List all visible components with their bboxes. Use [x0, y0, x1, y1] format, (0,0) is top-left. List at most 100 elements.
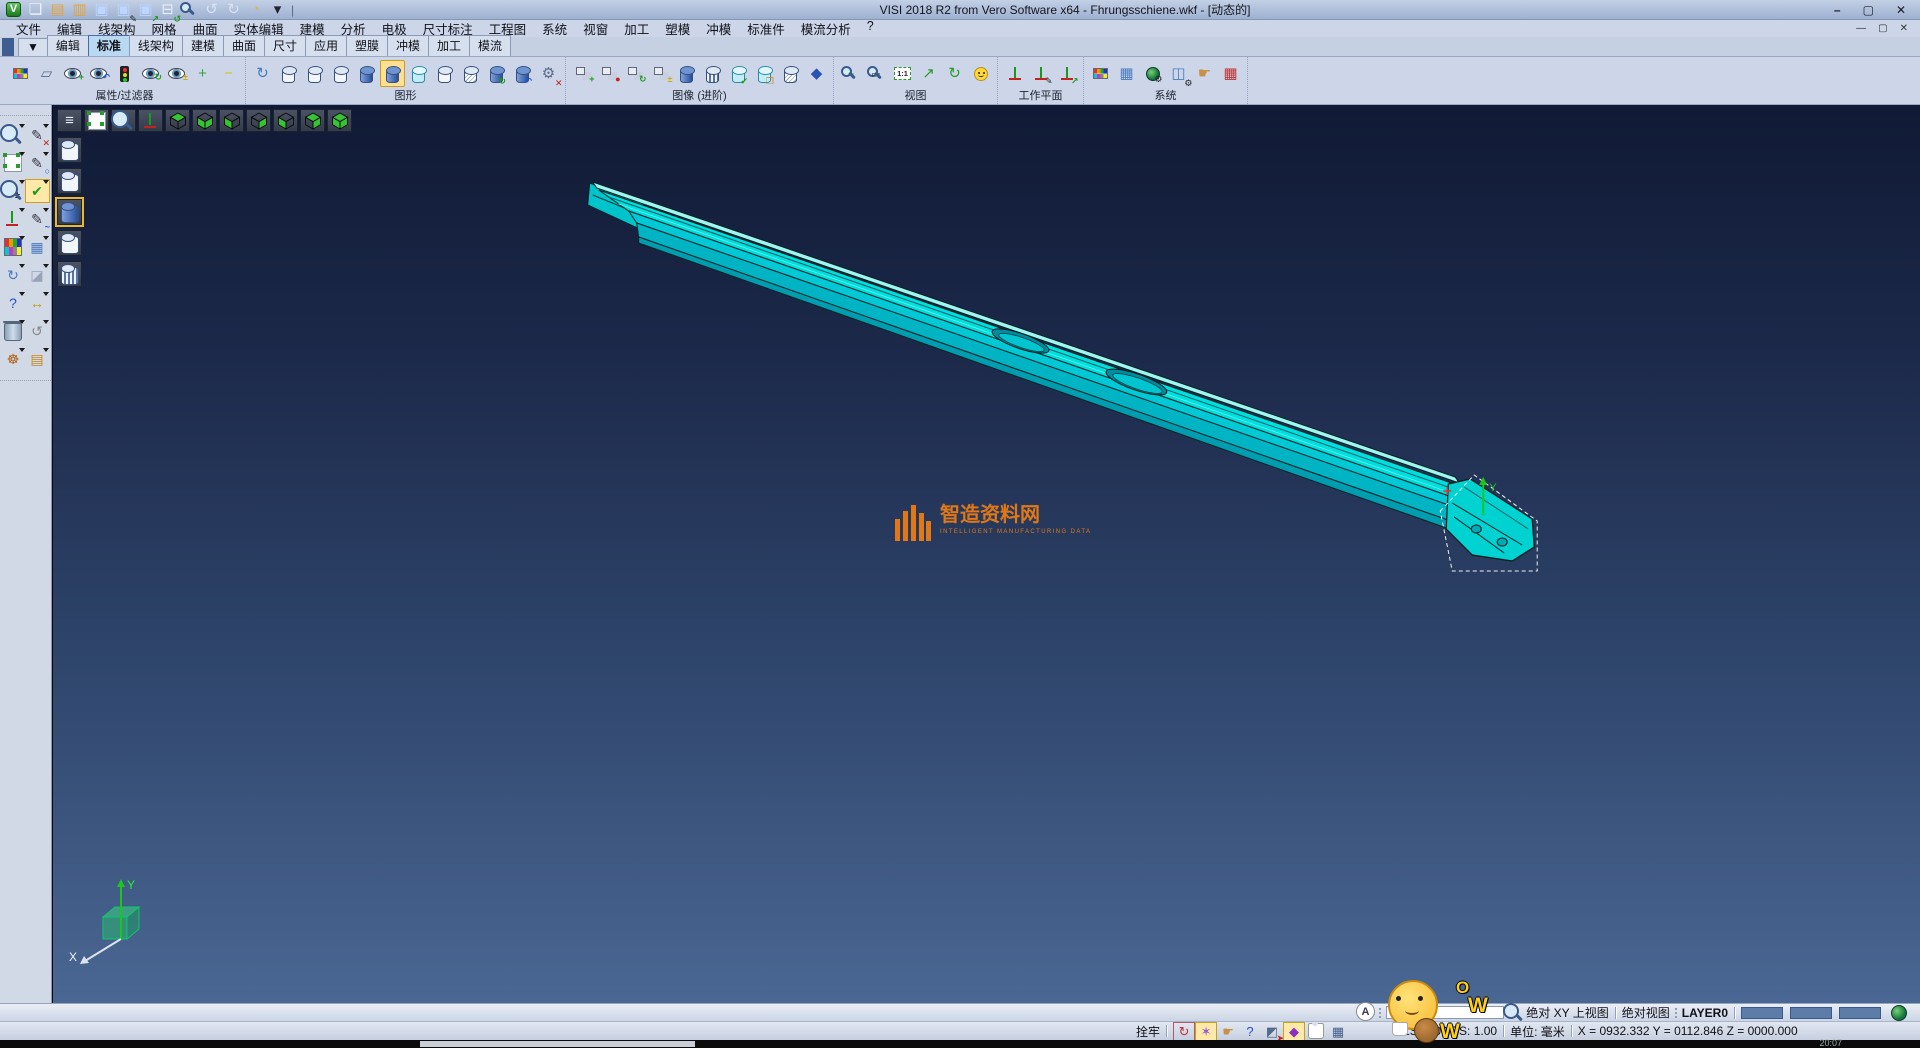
status-refresh-icon[interactable]: ↻ [1174, 1023, 1194, 1040]
add-advanced-view-icon[interactable]: + [570, 60, 595, 87]
save-all-icon[interactable]: ▣↗ [136, 1, 155, 18]
solid-cylinder-icon[interactable] [674, 60, 699, 87]
refresh-shading-icon[interactable]: ↻ [484, 60, 509, 87]
guide-rail-3d-model[interactable]: Y Y X [53, 105, 1920, 1003]
hide-entities-eye-icon[interactable]: ↶ [86, 60, 111, 87]
paint-attributes-icon[interactable] [2, 236, 25, 258]
fit-view-icon[interactable] [2, 152, 25, 174]
active-layer-label[interactable]: LAYER0 [1682, 1006, 1728, 1020]
wcs-axis-icon[interactable] [2, 208, 25, 230]
maximize-button[interactable]: ▢ [1863, 3, 1874, 17]
status-help-icon[interactable]: ? [1240, 1023, 1260, 1040]
workplane-align-icon[interactable]: ✎ [1028, 60, 1053, 87]
menu-item-item[interactable]: 冲模 [698, 19, 739, 38]
vp-shaded-cyl-icon[interactable] [57, 199, 82, 225]
erase-pencil-icon[interactable]: ✎✕ [26, 124, 49, 146]
vp-wireframe-cyl-icon[interactable] [57, 137, 82, 163]
tab-dimension[interactable]: 尺寸 [264, 35, 306, 56]
view-iso-cube-icon[interactable] [327, 109, 352, 132]
menu-item-item[interactable]: ? [859, 19, 882, 38]
tab-application[interactable]: 应用 [305, 35, 347, 56]
open-model-icon[interactable]: ▥ [70, 1, 89, 18]
shaded-edges-view-icon[interactable] [380, 60, 405, 87]
tab-machining[interactable]: 加工 [428, 35, 470, 56]
viewport-menu-icon[interactable]: ≡ [57, 109, 82, 132]
color-swatch-2[interactable] [1790, 1007, 1832, 1019]
view-mode-label[interactable]: 绝对 XY 上视图 [1526, 1004, 1608, 1021]
redraw-icon[interactable]: ↻ [250, 60, 275, 87]
toggle-advanced-icon[interactable]: ± [648, 60, 673, 87]
menu-item-item[interactable]: 加工 [616, 19, 657, 38]
menu-item-item[interactable]: 标准件 [739, 19, 793, 38]
rotate-shading-icon[interactable]: ↶ [510, 60, 535, 87]
redo-icon[interactable]: ↻ [224, 1, 243, 18]
view-back-cube-icon[interactable] [300, 109, 325, 132]
undo-icon[interactable]: ↺ [202, 1, 221, 18]
regen-refresh-icon[interactable]: ↻ [2, 264, 25, 286]
tab-modeling[interactable]: 建模 [182, 35, 224, 56]
status-search-button[interactable] [1505, 1004, 1525, 1021]
tab-mold[interactable]: 塑膜 [346, 35, 388, 56]
vp-flat-cyl-icon[interactable] [57, 230, 82, 256]
system-tools-icon[interactable]: ⚙ [1140, 60, 1165, 87]
zoom-scale-icon[interactable]: ± [2, 180, 25, 202]
vp-hidden-cyl-icon[interactable] [57, 168, 82, 194]
tab-dropdown[interactable]: ▼ [18, 38, 48, 56]
color-swatch-3[interactable] [1839, 1007, 1881, 1019]
attributes-palette-icon[interactable] [8, 60, 33, 87]
shield-icon[interactable]: ◆ [804, 60, 829, 87]
rotate-view-icon[interactable]: ↻ [942, 60, 967, 87]
color-table-icon[interactable] [1088, 60, 1113, 87]
new-file-icon[interactable]: ❏ [26, 1, 45, 18]
close-button[interactable]: ✕ [1896, 3, 1906, 17]
modify-pencil-icon[interactable]: ✎○ [26, 152, 49, 174]
select-points-icon[interactable]: ☛ [1192, 60, 1217, 87]
view-left-cube-icon[interactable] [219, 109, 244, 132]
menu-item-item[interactable]: 系统 [534, 19, 575, 38]
delete-trash-icon[interactable] [2, 320, 25, 342]
child-restore-button[interactable]: ▢ [1878, 23, 1887, 34]
tab-flow[interactable]: 模流 [469, 35, 511, 56]
save-icon[interactable]: ▣ [92, 1, 111, 18]
add-to-view-icon[interactable]: + [190, 60, 215, 87]
absolute-view-label[interactable]: 绝对视图 [1622, 1004, 1670, 1021]
menu-item-item[interactable]: 塑模 [657, 19, 698, 38]
tab-surface[interactable]: 曲面 [223, 35, 265, 56]
viewport-fit-icon[interactable] [84, 109, 109, 132]
workplane-set-icon[interactable] [1002, 60, 1027, 87]
filter-traffic-light-icon[interactable] [112, 60, 137, 87]
workplane-view-icon[interactable]: ↗ [1054, 60, 1079, 87]
viewport-zoom-previous-icon[interactable] [111, 109, 136, 132]
minimize-button[interactable]: – [1834, 3, 1841, 17]
window-settings-icon[interactable]: ◫⚙ [1166, 60, 1191, 87]
measure-width-icon[interactable]: ↔ [26, 292, 49, 314]
grid-settings-icon[interactable]: ▦ [1218, 60, 1243, 87]
history-icon[interactable]: ◔ [246, 1, 265, 18]
zoom-in-icon[interactable]: + [838, 60, 863, 87]
visi-logo-icon[interactable]: V [4, 1, 23, 18]
save-as-icon[interactable]: ▣✎ [114, 1, 133, 18]
flat-view-icon[interactable] [432, 60, 457, 87]
view-right-cube-icon[interactable] [246, 109, 271, 132]
3d-viewport[interactable]: Y Y X ≡ [52, 105, 1920, 1003]
wireframe-view-icon[interactable] [276, 60, 301, 87]
helm-wheel-icon[interactable]: ☸ [2, 348, 25, 370]
vp-mesh-cyl-icon[interactable] [57, 261, 82, 287]
status-fill-hand-icon[interactable]: ☛ [1218, 1023, 1238, 1040]
child-close-button[interactable]: ✕ [1900, 23, 1908, 34]
menu-item-item[interactable]: 视窗 [575, 19, 616, 38]
help-icon[interactable]: ? [2, 292, 25, 314]
refresh-advanced-icon[interactable]: ↻ [622, 60, 647, 87]
pan-view-icon[interactable]: ↗ [916, 60, 941, 87]
spline-pencil-icon[interactable]: ✎~ [26, 208, 49, 230]
open-file-icon[interactable]: ▤ [48, 1, 67, 18]
preview-icon[interactable] [180, 1, 199, 18]
zoom-window-icon[interactable]: ▭ [864, 60, 889, 87]
lock-toggle-label[interactable]: 拴牢 [1136, 1023, 1160, 1040]
validate-solid-icon[interactable]: ✔ [726, 60, 751, 87]
zoom-scale-1-1-icon[interactable]: 1:1 [890, 60, 915, 87]
open-document-icon[interactable]: ▤ [26, 348, 49, 370]
shaded-view-icon[interactable] [354, 60, 379, 87]
status-shirt-icon[interactable] [1306, 1023, 1326, 1040]
child-minimize-button[interactable]: — [1856, 23, 1866, 34]
